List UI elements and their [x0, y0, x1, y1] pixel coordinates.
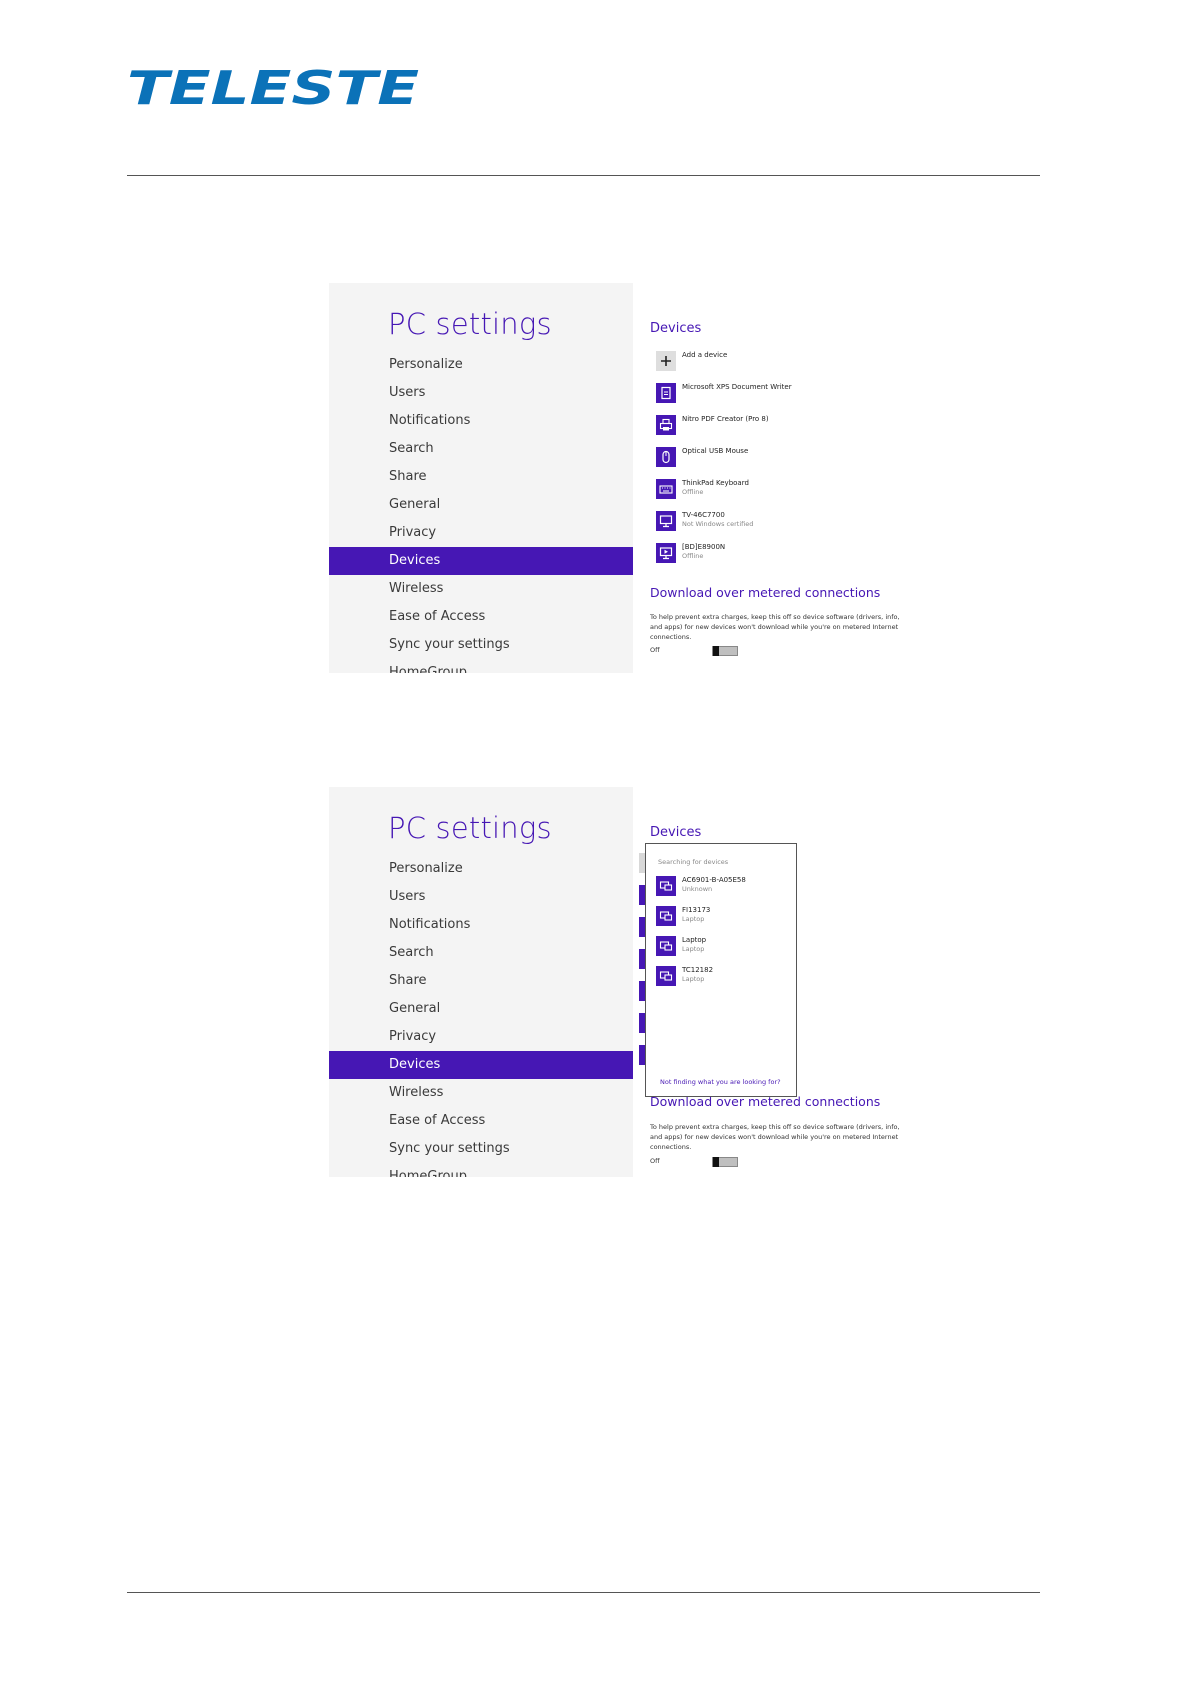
add-device-flyout: Searching for devices AC6901-B-A05E58 Un…: [645, 843, 797, 1097]
found-device-name: AC6901-B-A05E58: [682, 876, 746, 884]
nav-item-share[interactable]: Share: [329, 967, 633, 995]
found-device-name: FI13173: [682, 906, 711, 914]
nav-item-devices[interactable]: Devices: [329, 1051, 633, 1079]
devices-heading: Devices: [650, 321, 702, 336]
device-status: Not Windows certified: [682, 520, 754, 528]
settings-nav-list: Personalize Users Notifications Search S…: [329, 855, 633, 1177]
nav-item-notifications[interactable]: Notifications: [329, 911, 633, 939]
settings-nav-pane: PC settings Personalize Users Notificati…: [329, 787, 633, 1177]
nav-item-users[interactable]: Users: [329, 379, 633, 407]
keyboard-icon: [656, 479, 676, 499]
metered-connections-description: To help prevent extra charges, keep this…: [650, 613, 900, 641]
nav-item-share[interactable]: Share: [329, 463, 633, 491]
devices-heading: Devices: [650, 825, 702, 840]
devices-pane: Devices Download over metered connection…: [633, 787, 951, 1177]
device-icon: [656, 936, 676, 956]
metered-download-toggle[interactable]: [712, 646, 738, 656]
device-status: Offline: [682, 488, 704, 496]
nav-item-search[interactable]: Search: [329, 435, 633, 463]
pc-settings-screenshot-2: PC settings Personalize Users Notificati…: [329, 787, 951, 1177]
nav-item-homegroup[interactable]: HomeGroup: [329, 1163, 633, 1177]
footer-divider: [127, 1592, 1040, 1593]
media-player-icon: [656, 543, 676, 563]
found-device-type: Unknown: [682, 885, 713, 893]
header-divider: [127, 175, 1040, 176]
toggle-knob: [713, 646, 719, 656]
device-status: Offline: [682, 552, 704, 560]
toggle-knob: [713, 1157, 719, 1167]
device-name: Optical USB Mouse: [682, 447, 749, 455]
pc-settings-screenshot-1: PC settings Personalize Users Notificati…: [329, 283, 951, 673]
toggle-state-label: Off: [650, 1157, 660, 1165]
toggle-state-label: Off: [650, 646, 660, 654]
device-name: TV-46C7700: [682, 511, 725, 519]
settings-nav-pane: PC settings Personalize Users Notificati…: [329, 283, 633, 673]
nav-item-homegroup[interactable]: HomeGroup: [329, 659, 633, 673]
nav-item-general[interactable]: General: [329, 491, 633, 519]
nav-item-privacy[interactable]: Privacy: [329, 1023, 633, 1051]
device-name: Microsoft XPS Document Writer: [682, 383, 792, 391]
nav-item-ease-of-access[interactable]: Ease of Access: [329, 603, 633, 631]
metered-connections-description: To help prevent extra charges, keep this…: [650, 1123, 900, 1151]
page-title: PC settings: [388, 307, 552, 341]
not-finding-device-link[interactable]: Not finding what you are looking for?: [660, 1078, 781, 1086]
document-icon: [656, 383, 676, 403]
device-name: Nitro PDF Creator (Pro 8): [682, 415, 769, 423]
metered-connections-heading: Download over metered connections: [650, 585, 881, 600]
monitor-icon: [656, 511, 676, 531]
nav-item-wireless[interactable]: Wireless: [329, 575, 633, 603]
device-icon: [656, 966, 676, 986]
found-device-name: TC12182: [682, 966, 714, 974]
found-device-name: Laptop: [682, 936, 707, 944]
plus-icon: [656, 351, 676, 371]
flyout-heading: Searching for devices: [658, 858, 729, 866]
nav-item-personalize[interactable]: Personalize: [329, 351, 633, 379]
nav-item-search[interactable]: Search: [329, 939, 633, 967]
settings-nav-list: Personalize Users Notifications Search S…: [329, 351, 633, 673]
nav-item-ease-of-access[interactable]: Ease of Access: [329, 1107, 633, 1135]
nav-item-sync-settings[interactable]: Sync your settings: [329, 631, 633, 659]
page-title: PC settings: [388, 811, 552, 845]
device-name: Add a device: [682, 351, 728, 359]
device-name: ThinkPad Keyboard: [682, 479, 749, 487]
found-device-type: Laptop: [682, 975, 705, 983]
mouse-icon: [656, 447, 676, 467]
printer-icon: [656, 415, 676, 435]
nav-item-sync-settings[interactable]: Sync your settings: [329, 1135, 633, 1163]
device-icon: [656, 876, 676, 896]
device-icon: [656, 906, 676, 926]
nav-item-personalize[interactable]: Personalize: [329, 855, 633, 883]
devices-pane: Devices Add a device Microsoft XPS Docum…: [633, 283, 951, 673]
metered-download-toggle[interactable]: [712, 1157, 738, 1167]
nav-item-devices[interactable]: Devices: [329, 547, 633, 575]
found-device-type: Laptop: [682, 945, 705, 953]
found-device-type: Laptop: [682, 915, 705, 923]
teleste-logo: TELESTE: [127, 66, 419, 110]
nav-item-notifications[interactable]: Notifications: [329, 407, 633, 435]
nav-item-general[interactable]: General: [329, 995, 633, 1023]
nav-item-wireless[interactable]: Wireless: [329, 1079, 633, 1107]
nav-item-privacy[interactable]: Privacy: [329, 519, 633, 547]
logo-text: TELESTE: [127, 66, 419, 110]
device-name: [BD]E8900N: [682, 543, 726, 551]
nav-item-users[interactable]: Users: [329, 883, 633, 911]
